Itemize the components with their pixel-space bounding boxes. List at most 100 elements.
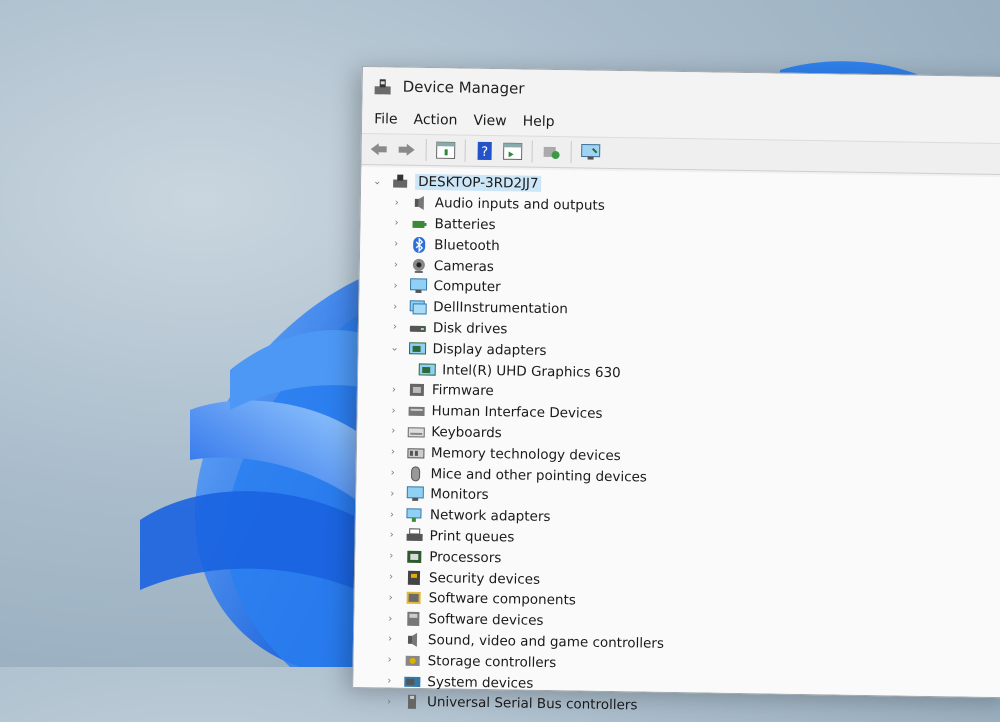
chevron-down-icon[interactable]: ⌄ bbox=[371, 176, 383, 187]
firmware-icon bbox=[409, 384, 425, 397]
chevron-right-icon[interactable]: › bbox=[384, 634, 396, 645]
scan-hardware-button[interactable] bbox=[541, 141, 563, 163]
chevron-right-icon[interactable]: › bbox=[391, 197, 403, 208]
help-button[interactable]: ? bbox=[474, 140, 496, 162]
display-adapter-icon bbox=[418, 362, 436, 376]
software-device-icon bbox=[407, 611, 420, 627]
tree-item-label: Sound, video and game controllers bbox=[427, 632, 665, 652]
chevron-right-icon[interactable]: › bbox=[386, 530, 398, 541]
tree-item-label: Human Interface Devices bbox=[431, 403, 603, 422]
storage-icon bbox=[405, 655, 420, 666]
chevron-right-icon[interactable]: › bbox=[384, 655, 396, 666]
chevron-right-icon[interactable]: › bbox=[389, 301, 401, 312]
security-icon bbox=[407, 570, 421, 585]
tree-item-label: Network adapters bbox=[429, 507, 551, 526]
menu-file[interactable]: File bbox=[368, 111, 408, 128]
svg-text:?: ? bbox=[481, 145, 488, 160]
chevron-right-icon[interactable]: › bbox=[385, 571, 397, 583]
chevron-right-icon[interactable]: › bbox=[389, 280, 401, 291]
tree-item-label: Print queues bbox=[429, 528, 515, 546]
chevron-right-icon[interactable]: › bbox=[383, 696, 395, 707]
tree-item-label: Cameras bbox=[433, 257, 495, 275]
properties-icon bbox=[436, 141, 456, 159]
chevron-right-icon[interactable]: › bbox=[387, 426, 399, 437]
processor-icon bbox=[407, 550, 422, 563]
display-adapter-icon bbox=[408, 342, 427, 355]
scan-hardware-icon bbox=[543, 146, 560, 160]
chevron-right-icon[interactable]: › bbox=[386, 488, 398, 499]
device-manager-window: Device Manager File Action View Help ? ⌄… bbox=[352, 66, 1000, 714]
chevron-right-icon[interactable]: › bbox=[390, 260, 402, 271]
tree-item-label: System devices bbox=[427, 673, 534, 692]
tree-item-label: Memory technology devices bbox=[430, 444, 621, 464]
help-icon: ? bbox=[477, 141, 492, 161]
tree-item-label: Universal Serial Bus controllers bbox=[426, 694, 638, 714]
chevron-right-icon[interactable]: › bbox=[385, 551, 397, 562]
computer-icon bbox=[393, 174, 408, 189]
tree-item-label: Computer bbox=[433, 278, 501, 296]
camera-icon bbox=[412, 258, 425, 273]
chevron-right-icon[interactable]: › bbox=[389, 322, 401, 333]
tree-item-label: Storage controllers bbox=[427, 652, 557, 671]
tree-root-label: DESKTOP-3RD2JJ7 bbox=[415, 174, 542, 193]
dell-instrumentation-icon bbox=[409, 300, 427, 315]
speaker-icon bbox=[414, 196, 424, 211]
forward-button[interactable] bbox=[396, 139, 418, 161]
tree-item-label: Monitors bbox=[430, 486, 489, 504]
tree-item-label: Security devices bbox=[428, 569, 541, 588]
tree-item-label: Batteries bbox=[434, 216, 496, 234]
battery-icon bbox=[412, 220, 427, 228]
tree-item-label: Firmware bbox=[431, 382, 494, 400]
device-manager-icon bbox=[374, 79, 391, 95]
hid-icon bbox=[408, 406, 425, 417]
menu-view[interactable]: View bbox=[467, 113, 516, 130]
bluetooth-icon bbox=[413, 236, 426, 253]
back-arrow-icon bbox=[370, 143, 387, 156]
chevron-right-icon[interactable]: › bbox=[388, 405, 400, 416]
tree-item-label: Processors bbox=[429, 548, 502, 566]
properties-button[interactable] bbox=[435, 139, 457, 161]
disk-drive-icon bbox=[409, 325, 426, 332]
printer-icon bbox=[406, 528, 423, 541]
tree-item-label: Disk drives bbox=[432, 320, 508, 338]
update-driver-button[interactable] bbox=[502, 140, 524, 162]
chevron-right-icon[interactable]: › bbox=[387, 467, 399, 479]
keyboard-icon bbox=[407, 427, 425, 438]
tree-item-label: Intel(R) UHD Graphics 630 bbox=[442, 361, 621, 381]
toolbar-separator bbox=[464, 139, 466, 162]
chevron-right-icon[interactable]: › bbox=[390, 239, 402, 250]
mouse-icon bbox=[411, 465, 421, 481]
update-driver-icon bbox=[503, 142, 523, 161]
chevron-right-icon[interactable]: › bbox=[390, 218, 402, 229]
device-tree: ⌄ DESKTOP-3RD2JJ7 › Audio inputs and outp… bbox=[353, 167, 1000, 714]
tree-item-label: DellInstrumentation bbox=[433, 299, 568, 318]
chevron-right-icon[interactable]: › bbox=[383, 675, 395, 686]
usb-icon bbox=[407, 695, 417, 710]
menu-help[interactable]: Help bbox=[517, 113, 565, 130]
back-button[interactable] bbox=[368, 138, 390, 160]
tree-item-label: Audio inputs and outputs bbox=[434, 195, 605, 215]
forward-arrow-icon bbox=[398, 143, 415, 156]
toolbar-separator bbox=[570, 141, 572, 164]
monitor-icon bbox=[581, 143, 601, 160]
chevron-right-icon[interactable]: › bbox=[385, 592, 397, 603]
tree-item-label: Software devices bbox=[428, 611, 544, 630]
tree-items: › Audio inputs and outputs › Batteries › Blue… bbox=[353, 192, 1000, 722]
computer-monitor-icon bbox=[409, 278, 428, 294]
tree-item-label: Mice and other pointing devices bbox=[430, 465, 648, 486]
software-component-icon bbox=[406, 592, 421, 605]
tree-item-label: Display adapters bbox=[432, 340, 547, 359]
chevron-down-icon[interactable]: ⌄ bbox=[388, 343, 400, 354]
chevron-right-icon[interactable]: › bbox=[387, 447, 399, 458]
monitor-button[interactable] bbox=[579, 141, 601, 163]
tree-item-label: Software components bbox=[428, 590, 576, 609]
window-title: Device Manager bbox=[402, 77, 525, 98]
tree-item-label: Keyboards bbox=[431, 424, 502, 442]
tree-item-label: Bluetooth bbox=[434, 236, 500, 254]
system-devices-icon bbox=[404, 676, 421, 687]
monitor-icon bbox=[406, 486, 424, 502]
chevron-right-icon[interactable]: › bbox=[384, 613, 396, 624]
chevron-right-icon[interactable]: › bbox=[386, 509, 398, 520]
chevron-right-icon[interactable]: › bbox=[388, 384, 400, 395]
menu-action[interactable]: Action bbox=[407, 112, 467, 129]
